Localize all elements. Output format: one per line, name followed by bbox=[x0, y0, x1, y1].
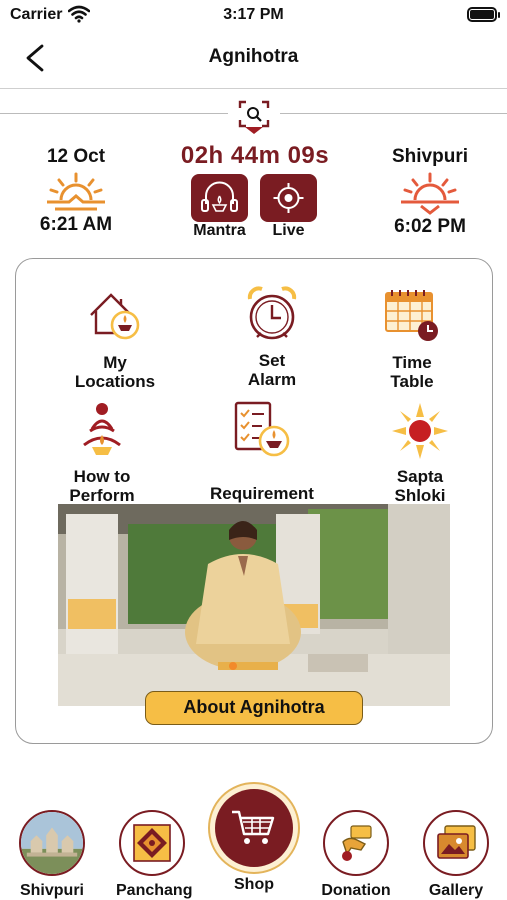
nav-label: Donation bbox=[321, 882, 391, 899]
donation-hand-icon bbox=[342, 825, 372, 861]
tile-label-line1: Time bbox=[392, 353, 432, 372]
panchang-circle bbox=[119, 810, 185, 876]
nav-item-donation[interactable]: Donation bbox=[318, 810, 394, 900]
location-label: Shivpuri bbox=[391, 146, 468, 167]
checklist-icon bbox=[234, 401, 290, 457]
target-icon bbox=[273, 183, 304, 213]
sunset-time: 6:02 PM bbox=[394, 216, 466, 237]
tile-label-line1: Sapta bbox=[396, 467, 444, 486]
gallery-icon bbox=[437, 825, 476, 859]
tile-label-line2: Table bbox=[390, 372, 434, 391]
tile-label-line1: Set bbox=[258, 351, 286, 370]
tile-how-to-perform[interactable]: How to Perform bbox=[32, 401, 172, 504]
calendar-icon bbox=[385, 290, 438, 341]
tile-time-table[interactable]: Time Table bbox=[342, 287, 482, 390]
divider bbox=[280, 113, 507, 114]
tile-label-line2: Locations bbox=[74, 372, 156, 391]
tile-label-line2: Shloki bbox=[394, 486, 446, 505]
nav-bar: Agnihotra bbox=[0, 36, 507, 80]
nav-label: Shop bbox=[234, 876, 274, 893]
status-bar: Carrier 3:17 PM bbox=[0, 0, 507, 32]
tile-sapta-shloki[interactable]: Sapta Shloki bbox=[350, 401, 490, 504]
date-label: 12 Oct bbox=[46, 146, 106, 167]
scan-search-button[interactable] bbox=[238, 100, 270, 134]
features-card: My Locations Set Alarm Time Table How to… bbox=[15, 258, 493, 744]
divider bbox=[0, 113, 228, 114]
live-label: Live bbox=[272, 222, 305, 239]
mantra-label: Mantra bbox=[193, 222, 246, 239]
battery-icon bbox=[467, 7, 500, 22]
panchang-icon bbox=[133, 824, 171, 862]
home-location-icon bbox=[90, 293, 140, 340]
nav-item-panchang[interactable]: Panchang bbox=[116, 810, 193, 900]
shopping-cart-icon bbox=[232, 810, 275, 844]
about-agnihotra-button[interactable]: About Agnihotra bbox=[145, 691, 363, 725]
photo-illustration bbox=[58, 504, 450, 706]
shop-circle bbox=[208, 782, 300, 874]
sunrise-icon bbox=[47, 172, 105, 211]
nav-label: Shivpuri bbox=[19, 882, 84, 899]
nav-label: Gallery bbox=[428, 882, 484, 899]
shivpuri-avatar bbox=[19, 810, 85, 876]
live-button[interactable] bbox=[260, 174, 317, 222]
mantra-button[interactable] bbox=[191, 174, 248, 222]
nav-item-gallery[interactable]: Gallery bbox=[420, 810, 492, 900]
alarm-clock-icon bbox=[247, 286, 297, 340]
clock: 3:17 PM bbox=[223, 6, 284, 23]
nav-label: Panchang bbox=[116, 882, 193, 899]
page-title: Agnihotra bbox=[208, 46, 299, 67]
sunset-icon bbox=[401, 172, 459, 215]
tile-label-line2: Alarm bbox=[247, 370, 297, 389]
sunrise-panel: 12 Oct 6:21 AM bbox=[30, 146, 122, 236]
gallery-circle bbox=[423, 810, 489, 876]
tile-label-line1: My bbox=[103, 353, 127, 372]
tile-my-locations[interactable]: My Locations bbox=[45, 287, 185, 390]
headphones-icon bbox=[201, 181, 238, 212]
tile-label: Requirement bbox=[210, 484, 314, 503]
tile-label-line1: How to bbox=[73, 467, 131, 486]
countdown-timer: 02h 44m 09s bbox=[180, 142, 330, 169]
agnihotra-photo bbox=[58, 504, 450, 706]
nav-item-shop[interactable]: Shop bbox=[207, 782, 301, 894]
divider bbox=[0, 88, 507, 89]
tile-label-line2: Perform bbox=[69, 486, 135, 505]
sunrise-time: 6:21 AM bbox=[39, 214, 113, 235]
sun-icon bbox=[392, 403, 448, 459]
temple-photo-icon bbox=[21, 812, 83, 874]
tile-set-alarm[interactable]: Set Alarm bbox=[202, 285, 342, 388]
sunset-panel: Shivpuri 6:02 PM bbox=[384, 146, 476, 238]
person-meditating-icon bbox=[83, 403, 121, 455]
nav-item-shivpuri[interactable]: Shivpuri bbox=[16, 810, 88, 900]
donation-circle bbox=[323, 810, 389, 876]
tile-requirement[interactable]: Requirement bbox=[192, 401, 332, 502]
